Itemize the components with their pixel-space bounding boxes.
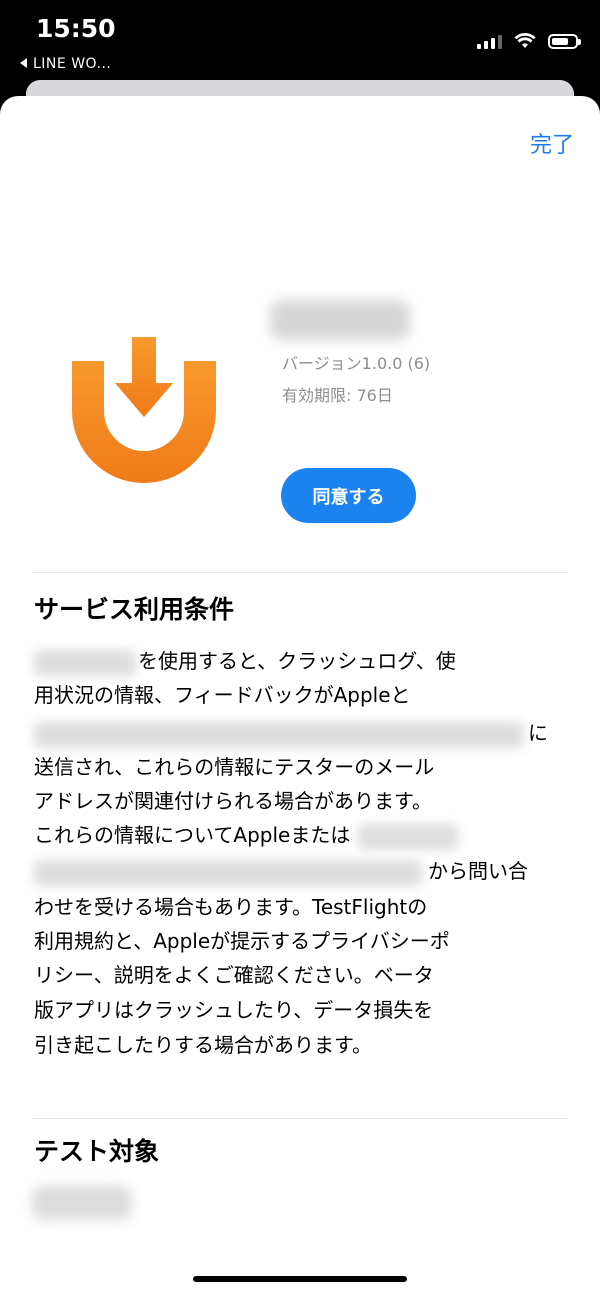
app-name-redacted [270, 300, 410, 340]
section-divider [33, 1118, 567, 1119]
redacted-text [34, 649, 136, 676]
back-app-label: LINE WO... [33, 56, 112, 72]
terms-line: 利用規約と、Appleが提示するプライバシーポ [34, 929, 450, 953]
terms-line: アドレスが関連付けられる場合があります。 [34, 789, 432, 813]
test-target-title: テスト対象 [34, 1137, 160, 1166]
app-expiry: 有効期限: 76日 [282, 386, 393, 405]
redacted-text [34, 721, 524, 748]
status-time: 15:50 [36, 14, 116, 43]
terms-line: 版アプリはクラッシュしたり、データ損失を [34, 998, 434, 1022]
back-to-app-link[interactable]: LINE WO... [20, 56, 111, 72]
terms-line: から問い合 [34, 856, 528, 886]
terms-line: わせを受ける場合もあります。TestFlightの [34, 895, 428, 919]
terms-line: に [34, 718, 548, 748]
home-indicator[interactable] [193, 1276, 407, 1282]
terms-line: 引き起こしたりする場合があります。 [34, 1033, 372, 1057]
system-icons [477, 30, 581, 52]
section-divider [33, 572, 567, 573]
terms-line: これらの情報についてAppleまたは [34, 820, 459, 850]
terms-line: 送信され、これらの情報にテスターのメール [34, 755, 435, 779]
wifi-icon [514, 33, 536, 48]
status-bar: 15:50 LINE WO... [0, 0, 600, 80]
agree-button[interactable]: 同意する [281, 468, 416, 523]
back-arrow-icon [20, 58, 27, 68]
terms-line: 用状況の情報、フィードバックがAppleと [34, 683, 411, 707]
battery-icon [548, 33, 581, 49]
test-target-redacted [32, 1186, 132, 1220]
terms-line: を使用すると、クラッシュログ、使 [34, 646, 456, 676]
redacted-text [358, 823, 459, 850]
app-version: バージョン1.0.0 (6) [282, 354, 431, 373]
terms-line: リシー、説明をよくご確認ください。ベータ [34, 963, 434, 987]
done-button[interactable]: 完了 [530, 127, 574, 159]
cellular-signal-icon [477, 33, 502, 49]
terms-title: サービス利用条件 [34, 595, 235, 624]
testflight-download-icon [72, 337, 216, 483]
redacted-text [34, 859, 422, 886]
